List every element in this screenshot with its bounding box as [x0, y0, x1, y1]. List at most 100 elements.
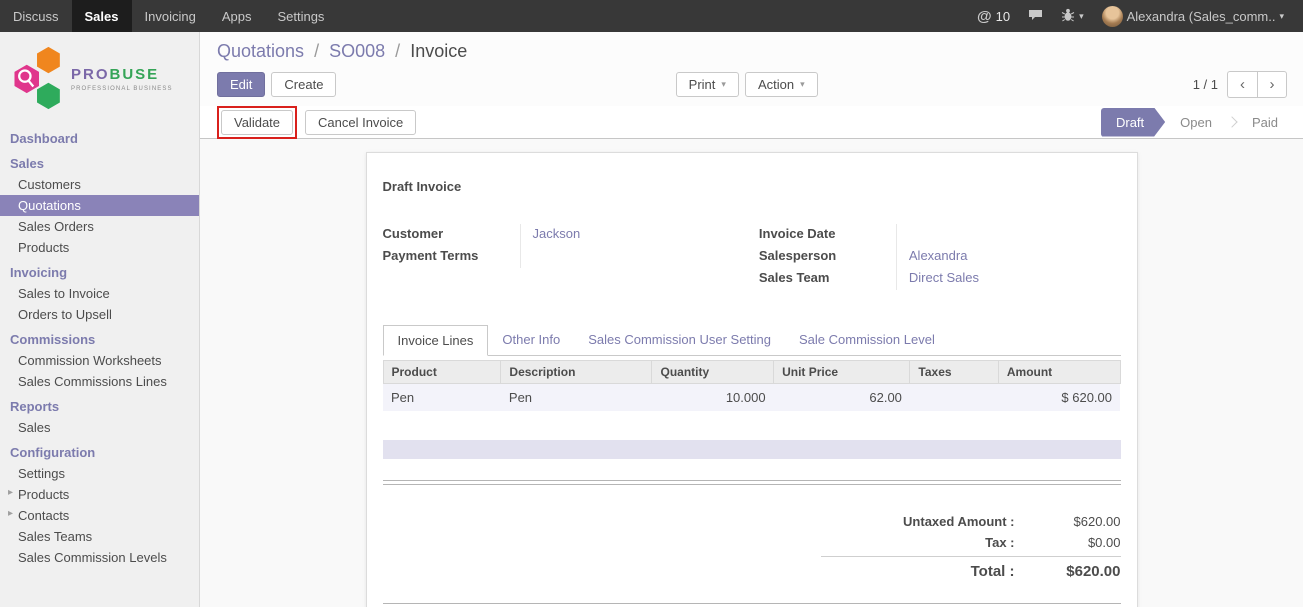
- invoice-line-row[interactable]: Pen Pen 10.000 62.00 $ 620.00: [383, 384, 1120, 412]
- bug-icon: [1061, 8, 1075, 25]
- print-label: Print: [689, 77, 716, 92]
- sidebar-heading-configuration[interactable]: Configuration: [0, 438, 199, 463]
- cell-taxes: [910, 384, 998, 412]
- pager-previous-button[interactable]: ‹: [1227, 71, 1257, 98]
- sidebar-heading-invoicing[interactable]: Invoicing: [0, 258, 199, 283]
- breadcrumb-current: Invoice: [410, 41, 467, 61]
- form-statusbar: Validate Cancel Invoice Draft Open Paid: [200, 106, 1303, 139]
- annotation-highlight-box: Validate: [217, 106, 297, 139]
- invoice-date-label: Invoice Date: [759, 224, 896, 246]
- activity-menu[interactable]: @ 10: [968, 0, 1019, 32]
- cell-product: Pen: [383, 384, 501, 412]
- field-invoice-date: Invoice Date: [759, 224, 1121, 246]
- salesperson-value: Alexandra: [896, 246, 1121, 268]
- status-pipeline: Draft Open Paid: [1101, 108, 1293, 137]
- probuse-logo-icon: [12, 45, 66, 114]
- field-group-right: Invoice Date Salesperson Alexandra Sales…: [759, 224, 1121, 290]
- sidebar-item-quotations[interactable]: Quotations: [0, 195, 199, 216]
- tab-sale-commission-level[interactable]: Sale Commission Level: [785, 325, 949, 356]
- menu-settings[interactable]: Settings: [264, 0, 337, 32]
- col-header-quantity[interactable]: Quantity: [652, 361, 774, 384]
- separator-line-bottom: [383, 603, 1121, 607]
- validate-button[interactable]: Validate: [221, 110, 293, 135]
- total-row: Total : $620.00: [821, 556, 1121, 583]
- pager-next-button[interactable]: ›: [1257, 71, 1287, 98]
- menu-invoicing[interactable]: Invoicing: [132, 0, 209, 32]
- user-menu[interactable]: Alexandra (Sales_comm.. ▾: [1093, 0, 1293, 32]
- status-paid[interactable]: Paid: [1237, 108, 1293, 137]
- control-panel-buttons: Edit Create Print ▾ Action ▾ 1 / 1: [217, 71, 1287, 98]
- sidebar-item-customers[interactable]: Customers: [0, 174, 199, 195]
- debug-menu[interactable]: ▾: [1052, 0, 1093, 32]
- tab-sales-commission-user-setting[interactable]: Sales Commission User Setting: [574, 325, 785, 356]
- expand-right-icon[interactable]: ▸: [8, 508, 13, 519]
- col-header-description[interactable]: Description: [501, 361, 652, 384]
- cancel-invoice-button[interactable]: Cancel Invoice: [305, 110, 416, 135]
- app-logo[interactable]: PROBUSE PROFESSIONAL BUSINESS: [0, 32, 199, 124]
- cp-left: Edit Create: [217, 72, 570, 97]
- field-salesperson: Salesperson Alexandra: [759, 246, 1121, 268]
- sidebar: PROBUSE PROFESSIONAL BUSINESS Dashboard …: [0, 32, 200, 607]
- field-customer: Customer Jackson: [383, 224, 745, 246]
- breadcrumb-separator: /: [395, 41, 400, 61]
- sidebar-heading-sales[interactable]: Sales: [0, 149, 199, 174]
- avatar: [1102, 6, 1123, 27]
- breadcrumb: Quotations / SO008 / Invoice: [217, 41, 1287, 62]
- sidebar-item-config-products[interactable]: ▸ Products: [0, 484, 199, 505]
- chevron-down-icon: ▾: [1079, 11, 1084, 22]
- sidebar-heading-reports[interactable]: Reports: [0, 392, 199, 417]
- salesperson-link[interactable]: Alexandra: [909, 248, 968, 263]
- col-header-taxes[interactable]: Taxes: [910, 361, 998, 384]
- action-menu-button[interactable]: Action ▾: [745, 72, 818, 97]
- sidebar-item-products[interactable]: Products: [0, 237, 199, 258]
- form-view-content: Draft Invoice Customer Jackson Payment T…: [200, 139, 1303, 607]
- create-button[interactable]: Create: [271, 72, 336, 97]
- field-groups: Customer Jackson Payment Terms Invoic: [383, 224, 1121, 290]
- customer-value: Jackson: [520, 224, 745, 246]
- tax-label: Tax :: [821, 535, 1029, 550]
- sidebar-item-sales-teams[interactable]: Sales Teams: [0, 526, 199, 547]
- sidebar-item-sales-commissions-lines[interactable]: Sales Commissions Lines: [0, 371, 199, 392]
- sidebar-item-sales-commission-levels[interactable]: Sales Commission Levels: [0, 547, 199, 568]
- page-layout: PROBUSE PROFESSIONAL BUSINESS Dashboard …: [0, 32, 1303, 607]
- sales-team-link[interactable]: Direct Sales: [909, 270, 979, 285]
- sidebar-heading-commissions[interactable]: Commissions: [0, 325, 199, 350]
- at-icon: @: [977, 8, 992, 25]
- sidebar-item-settings[interactable]: Settings: [0, 463, 199, 484]
- sidebar-heading-dashboard[interactable]: Dashboard: [0, 124, 199, 149]
- customer-label: Customer: [383, 224, 520, 246]
- pager: ‹ ›: [1227, 71, 1287, 98]
- sidebar-item-reports-sales[interactable]: Sales: [0, 417, 199, 438]
- untaxed-amount-label: Untaxed Amount :: [821, 514, 1029, 529]
- main-area: Quotations / SO008 / Invoice Edit Create…: [200, 32, 1303, 607]
- tab-invoice-lines[interactable]: Invoice Lines: [383, 325, 489, 356]
- pager-counter: 1 / 1: [1193, 77, 1218, 92]
- edit-button[interactable]: Edit: [217, 72, 265, 97]
- sidebar-item-orders-to-upsell[interactable]: Orders to Upsell: [0, 304, 199, 325]
- status-draft[interactable]: Draft: [1101, 108, 1165, 137]
- breadcrumb-quotations[interactable]: Quotations: [217, 41, 304, 61]
- col-header-amount[interactable]: Amount: [998, 361, 1120, 384]
- logo-name: PROBUSE: [71, 67, 173, 84]
- menu-discuss[interactable]: Discuss: [0, 0, 72, 32]
- sidebar-nav: Dashboard Sales Customers Quotations Sal…: [0, 124, 199, 568]
- breadcrumb-so008[interactable]: SO008: [329, 41, 385, 61]
- col-header-product[interactable]: Product: [383, 361, 501, 384]
- sidebar-item-sales-to-invoice[interactable]: Sales to Invoice: [0, 283, 199, 304]
- menu-sales[interactable]: Sales: [72, 0, 132, 32]
- tab-other-info[interactable]: Other Info: [488, 325, 574, 356]
- expand-right-icon[interactable]: ▸: [8, 487, 13, 498]
- status-open[interactable]: Open: [1165, 108, 1227, 137]
- invoice-lines-table: Product Description Quantity Unit Price …: [383, 360, 1121, 411]
- menu-apps[interactable]: Apps: [209, 0, 265, 32]
- sidebar-item-sales-orders[interactable]: Sales Orders: [0, 216, 199, 237]
- sidebar-item-config-contacts[interactable]: ▸ Contacts: [0, 505, 199, 526]
- messages-menu[interactable]: [1019, 0, 1052, 32]
- cp-right: 1 / 1 ‹ ›: [923, 71, 1287, 98]
- col-header-unit-price[interactable]: Unit Price: [774, 361, 910, 384]
- cell-unit-price: 62.00: [774, 384, 910, 412]
- sidebar-item-commission-worksheets[interactable]: Commission Worksheets: [0, 350, 199, 371]
- customer-link[interactable]: Jackson: [533, 226, 581, 241]
- invoice-date-value: [896, 224, 1121, 246]
- print-menu-button[interactable]: Print ▾: [676, 72, 739, 97]
